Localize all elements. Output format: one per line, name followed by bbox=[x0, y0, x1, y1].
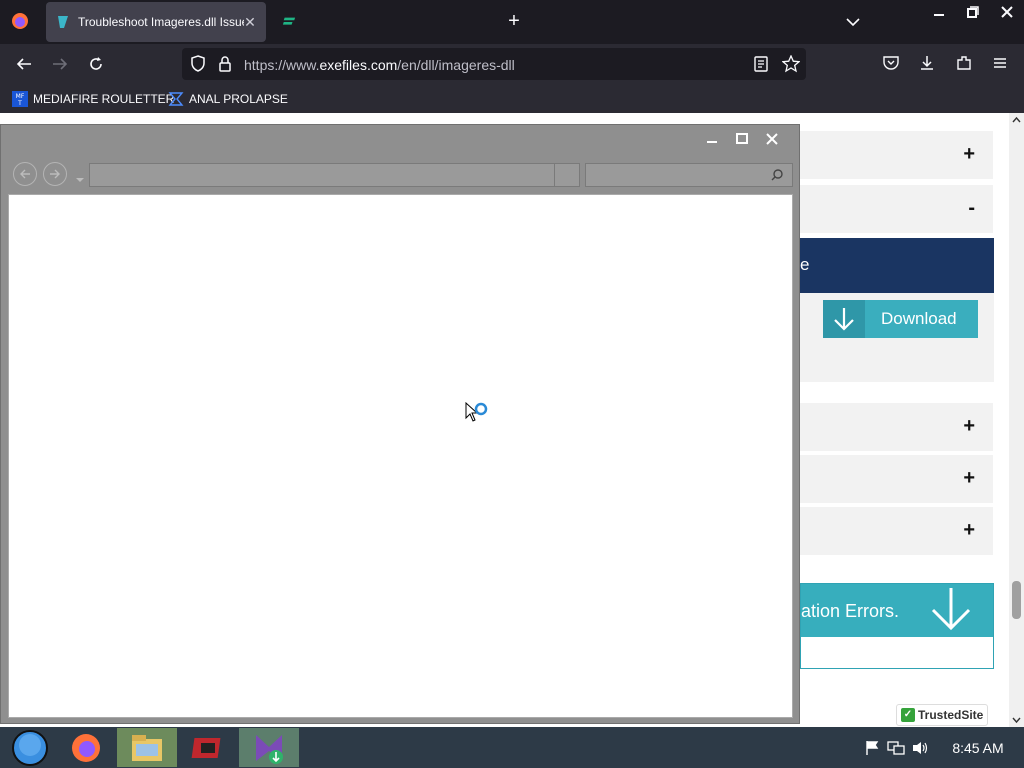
lock-icon[interactable] bbox=[218, 55, 232, 78]
forward-icon[interactable] bbox=[50, 54, 70, 74]
accordion-item[interactable]: + bbox=[800, 131, 993, 179]
site-favicon-icon bbox=[282, 15, 296, 29]
download-button[interactable]: Download bbox=[823, 300, 978, 338]
window-controls bbox=[922, 0, 1024, 28]
taskbar-installer-icon[interactable] bbox=[239, 728, 299, 767]
url-domain: exefiles.com bbox=[319, 57, 398, 73]
forward-icon[interactable] bbox=[43, 162, 67, 186]
accordion-item[interactable]: + bbox=[800, 507, 993, 555]
address-divider bbox=[554, 164, 555, 186]
download-arrow-icon bbox=[929, 586, 973, 637]
taskbar-firefox-icon[interactable] bbox=[56, 728, 116, 767]
bookmark-star-icon[interactable] bbox=[781, 54, 801, 78]
tab-strip: Troubleshoot Imageres.dll Issue ✕ + bbox=[0, 0, 1024, 44]
bookmarks-toolbar: MF T MEDIAFIRE ROULETTER ANAL PROLAPSE bbox=[0, 84, 1024, 113]
url-prefix: https://www. bbox=[244, 57, 320, 73]
minimize-icon[interactable] bbox=[922, 0, 956, 24]
accordion-item[interactable]: - bbox=[800, 185, 993, 233]
downloads-icon[interactable] bbox=[918, 54, 936, 77]
bookmark-label: MEDIAFIRE ROULETTER bbox=[33, 92, 175, 106]
expand-icon[interactable]: + bbox=[963, 519, 975, 542]
taskbar-media-app-icon[interactable] bbox=[178, 728, 238, 767]
expand-icon[interactable]: + bbox=[963, 143, 975, 166]
pocket-icon[interactable] bbox=[882, 54, 900, 77]
search-icon[interactable] bbox=[770, 168, 784, 187]
tab-title: Troubleshoot Imageres.dll Issue bbox=[78, 15, 244, 29]
start-button[interactable] bbox=[0, 728, 60, 767]
close-tab-icon[interactable]: ✕ bbox=[244, 14, 256, 31]
taskbar-clock[interactable]: 8:45 AM bbox=[932, 740, 1024, 756]
accordion-item[interactable]: + bbox=[800, 403, 993, 451]
mediafire-icon: MF T bbox=[12, 91, 28, 107]
history-dropdown-icon[interactable] bbox=[75, 171, 85, 189]
close-window-icon[interactable] bbox=[757, 129, 787, 149]
popup-address-bar[interactable] bbox=[89, 163, 580, 187]
panel-header-text: e bbox=[800, 255, 810, 274]
network-icon[interactable] bbox=[884, 736, 908, 760]
chevron-down-icon[interactable] bbox=[844, 13, 862, 31]
tab-active[interactable]: Troubleshoot Imageres.dll Issue ✕ bbox=[46, 2, 266, 42]
checkmark-icon: ✓ bbox=[901, 708, 915, 722]
bookmark-favicon-icon bbox=[168, 91, 184, 107]
scrollbar-thumb[interactable] bbox=[1012, 581, 1021, 619]
tab-inactive[interactable] bbox=[272, 2, 482, 42]
close-window-icon[interactable] bbox=[990, 0, 1024, 24]
error-banner-text: ation Errors. bbox=[801, 601, 900, 621]
panel-header: e bbox=[800, 238, 994, 293]
tracking-shield-icon[interactable] bbox=[190, 55, 206, 78]
address-bar[interactable]: https://www.exefiles.com/en/dll/imageres… bbox=[182, 48, 806, 80]
url-path: /en/dll/imageres-dll bbox=[397, 57, 515, 73]
page-scrollbar[interactable] bbox=[1009, 113, 1024, 727]
expand-icon[interactable]: + bbox=[963, 415, 975, 438]
volume-icon[interactable] bbox=[908, 736, 932, 760]
new-tab-button[interactable]: + bbox=[504, 11, 524, 32]
restore-icon[interactable] bbox=[956, 0, 990, 24]
bookmark-label: ANAL PROLAPSE bbox=[189, 92, 288, 106]
bookmark-item[interactable]: ANAL PROLAPSE bbox=[168, 89, 288, 109]
taskbar-file-explorer-icon[interactable] bbox=[117, 728, 177, 767]
error-banner-box[interactable]: ation Errors. bbox=[800, 583, 994, 669]
popup-window-controls bbox=[697, 129, 787, 149]
trusted-site-label: TrustedSite bbox=[918, 708, 984, 722]
bookmark-item[interactable]: MF T MEDIAFIRE ROULETTER bbox=[12, 89, 174, 109]
minimize-icon[interactable] bbox=[697, 129, 727, 149]
taskbar: 8:45 AM bbox=[0, 727, 1024, 768]
svg-text:MF: MF bbox=[16, 93, 25, 100]
site-favicon-icon bbox=[56, 15, 70, 29]
download-label: Download bbox=[881, 309, 957, 328]
collapse-icon[interactable]: - bbox=[968, 197, 975, 220]
busy-cursor-icon bbox=[465, 401, 491, 433]
popup-browser-window[interactable] bbox=[0, 124, 800, 724]
trusted-site-badge[interactable]: ✓ TrustedSite bbox=[896, 704, 988, 726]
url-text[interactable]: https://www.exefiles.com/en/dll/imageres… bbox=[244, 57, 515, 73]
svg-text:T: T bbox=[17, 100, 22, 107]
back-icon[interactable] bbox=[13, 162, 37, 186]
popup-content-area bbox=[8, 194, 793, 718]
accordion-panel: e Download bbox=[800, 238, 994, 382]
menu-hamburger-icon[interactable] bbox=[991, 54, 1009, 77]
extensions-icon[interactable] bbox=[955, 54, 973, 77]
accordion-item[interactable]: + bbox=[800, 455, 993, 503]
firefox-logo-icon[interactable] bbox=[10, 11, 30, 31]
action-center-flag-icon[interactable] bbox=[860, 736, 884, 760]
popup-search-box[interactable] bbox=[585, 163, 793, 187]
maximize-icon[interactable] bbox=[727, 129, 757, 149]
system-tray: 8:45 AM bbox=[860, 727, 1024, 768]
download-arrow-icon bbox=[823, 300, 865, 338]
browser-chrome: Troubleshoot Imageres.dll Issue ✕ + http… bbox=[0, 0, 1024, 113]
back-icon[interactable] bbox=[14, 54, 34, 74]
expand-icon[interactable]: + bbox=[963, 467, 975, 490]
error-banner[interactable]: ation Errors. bbox=[801, 584, 993, 637]
reload-icon[interactable] bbox=[86, 54, 106, 74]
reader-view-icon[interactable] bbox=[753, 55, 769, 78]
